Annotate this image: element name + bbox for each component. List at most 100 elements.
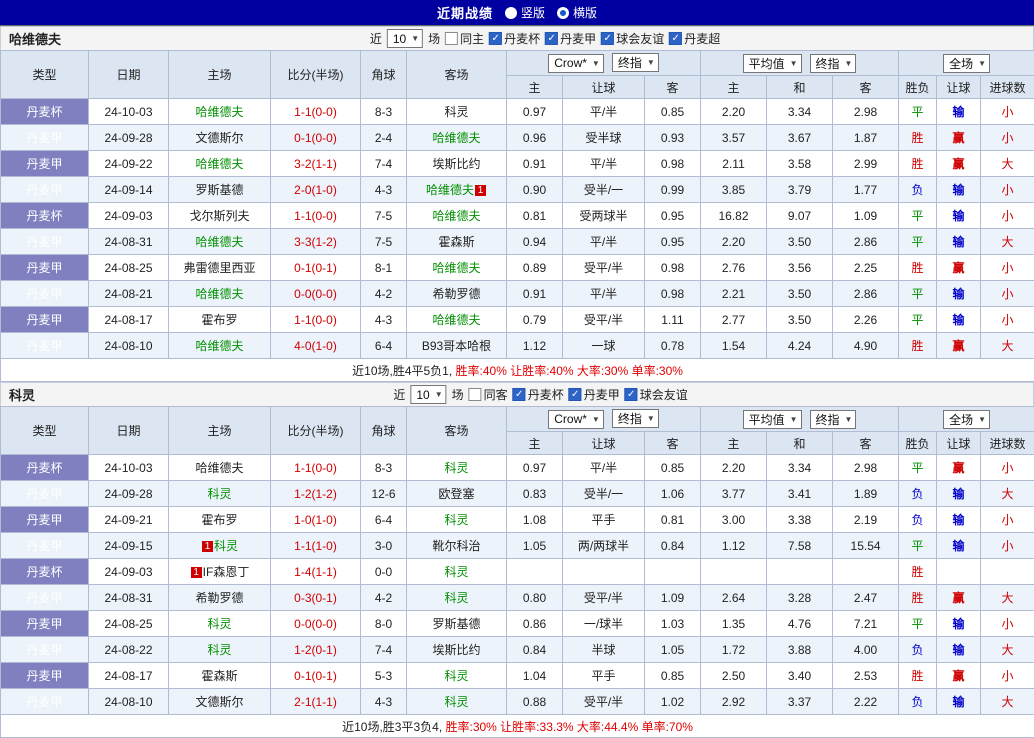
odds-cell: 3.40 xyxy=(767,663,833,689)
away-team-name[interactable]: 哈维德夫 xyxy=(432,131,480,145)
odds-cell: 3.77 xyxy=(701,481,767,507)
home-team-name[interactable]: 科灵 xyxy=(207,643,231,657)
match-date-cell: 24-09-15 xyxy=(89,533,169,559)
fulltime-select[interactable]: 全场▼ xyxy=(943,54,990,73)
away-team-name[interactable]: 埃斯比约 xyxy=(432,157,480,171)
league-cell: 丹麦甲 xyxy=(1,255,89,281)
match-row: 丹麦甲24-08-31希勒罗德0-3(0-1)4-2科灵0.80受平/半1.09… xyxy=(1,585,1034,611)
match-row: 丹麦甲24-09-14罗斯基德2-0(1-0)4-3哈维德夫10.90受半/一0… xyxy=(1,177,1034,203)
away-team-cell: 科灵 xyxy=(407,559,507,585)
topbar: 近期战绩 竖版 横版 xyxy=(0,0,1034,26)
handicap-result-cell: 输 xyxy=(937,203,981,229)
filter-checkbox[interactable]: 同主 xyxy=(445,30,484,47)
odds-cell: 0.79 xyxy=(507,307,563,333)
home-team-name[interactable]: IF森恩丁 xyxy=(203,565,250,579)
filter-checkbox[interactable]: ✓丹麦甲 xyxy=(545,30,596,47)
away-team-name[interactable]: 欧登塞 xyxy=(438,487,474,501)
home-team-name[interactable]: 哈维德夫 xyxy=(195,105,243,119)
odds-cell: 4.24 xyxy=(767,333,833,359)
filter-checkbox[interactable]: ✓丹麦杯 xyxy=(489,30,540,47)
away-team-name[interactable]: 科灵 xyxy=(444,695,468,709)
odds-stage-select-2[interactable]: 终指▼ xyxy=(810,54,857,73)
chevron-down-icon: ▼ xyxy=(790,59,798,68)
home-team-name[interactable]: 哈维德夫 xyxy=(195,461,243,475)
average-select[interactable]: 平均值▼ xyxy=(743,54,802,73)
average-select[interactable]: 平均值▼ xyxy=(743,410,802,429)
games-count-select[interactable]: 10▼ xyxy=(387,29,423,48)
away-team-name[interactable]: 靴尔科治 xyxy=(432,539,480,553)
home-team-name[interactable]: 哈维德夫 xyxy=(195,235,243,249)
away-team-name[interactable]: 哈维德夫 xyxy=(432,209,480,223)
score-cell: 1-1(1-0) xyxy=(271,533,361,559)
home-team-name[interactable]: 科灵 xyxy=(207,617,231,631)
column-header: 比分(半场) xyxy=(271,51,361,99)
match-date-cell: 24-08-17 xyxy=(89,663,169,689)
filter-checkbox[interactable]: ✓丹麦甲 xyxy=(569,386,620,403)
odds-cell: 2.86 xyxy=(833,281,899,307)
odds-cell: 0.98 xyxy=(645,281,701,307)
corner-cell: 3-0 xyxy=(361,533,407,559)
away-team-name[interactable]: 科灵 xyxy=(444,461,468,475)
away-team-name[interactable]: 霍森斯 xyxy=(438,235,474,249)
home-team-name[interactable]: 文德斯尔 xyxy=(195,695,243,709)
odds-cell: 3.67 xyxy=(767,125,833,151)
home-team-name[interactable]: 科灵 xyxy=(207,487,231,501)
away-team-name[interactable]: 科灵 xyxy=(444,669,468,683)
odds-cell: 0.95 xyxy=(645,229,701,255)
fulltime-select[interactable]: 全场▼ xyxy=(943,410,990,429)
goals-total-cell: 大 xyxy=(981,229,1034,255)
filter-checkbox[interactable]: ✓丹麦超 xyxy=(669,30,720,47)
home-team-name[interactable]: 希勒罗德 xyxy=(195,591,243,605)
away-team-name[interactable]: 科灵 xyxy=(444,105,468,119)
odds-stage-select-2[interactable]: 终指▼ xyxy=(810,410,857,429)
games-count-select[interactable]: 10▼ xyxy=(410,385,446,404)
league-cell: 丹麦甲 xyxy=(1,177,89,203)
home-team-cell: 霍布罗 xyxy=(169,307,271,333)
filter-checkbox-label: 丹麦杯 xyxy=(504,30,540,47)
home-team-name[interactable]: 哈维德夫 xyxy=(195,339,243,353)
home-team-name[interactable]: 文德斯尔 xyxy=(195,131,243,145)
away-team-name[interactable]: 罗斯基德 xyxy=(432,617,480,631)
filter-checkbox[interactable]: ✓球会友谊 xyxy=(601,30,664,47)
bookmaker-select[interactable]: Crow*▼ xyxy=(548,54,604,73)
away-team-name[interactable]: 科灵 xyxy=(444,591,468,605)
home-team-name[interactable]: 罗斯基德 xyxy=(195,183,243,197)
home-team-name[interactable]: 哈维德夫 xyxy=(195,287,243,301)
corner-cell: 7-4 xyxy=(361,151,407,177)
away-team-cell: B93哥本哈根 xyxy=(407,333,507,359)
home-team-name[interactable]: 哈维德夫 xyxy=(195,157,243,171)
filter-checkbox[interactable]: ✓丹麦杯 xyxy=(513,386,564,403)
odds-stage-select[interactable]: 终指▼ xyxy=(612,53,659,72)
home-team-cell: 哈维德夫 xyxy=(169,281,271,307)
filter-bar: 近10▼场同客✓丹麦杯✓丹麦甲✓球会友谊 xyxy=(393,385,687,404)
away-team-name[interactable]: 希勒罗德 xyxy=(432,287,480,301)
home-team-name[interactable]: 霍森斯 xyxy=(201,669,237,683)
odds-stage-select[interactable]: 终指▼ xyxy=(612,409,659,428)
odds-cell: 2.20 xyxy=(701,99,767,125)
filter-checkbox[interactable]: 同客 xyxy=(469,386,508,403)
odds-cell: 3.38 xyxy=(767,507,833,533)
sub-column-header: 和 xyxy=(767,432,833,455)
match-row: 丹麦甲24-08-22科灵1-2(0-1)7-4埃斯比约0.84半球1.051.… xyxy=(1,637,1034,663)
radio-vertical[interactable]: 竖版 xyxy=(505,4,545,21)
bookmaker-select[interactable]: Crow*▼ xyxy=(548,410,604,429)
away-team-cell: 欧登塞 xyxy=(407,481,507,507)
away-team-name[interactable]: 埃斯比约 xyxy=(432,643,480,657)
filter-checkbox-label: 丹麦杯 xyxy=(528,386,564,403)
away-team-name[interactable]: 科灵 xyxy=(444,565,468,579)
away-team-name[interactable]: 哈维德夫 xyxy=(426,183,474,197)
home-team-name[interactable]: 科灵 xyxy=(214,539,238,553)
home-team-name[interactable]: 戈尔斯列夫 xyxy=(189,209,249,223)
radio-horizontal[interactable]: 横版 xyxy=(557,4,597,21)
away-team-name[interactable]: 科灵 xyxy=(444,513,468,527)
odds-cell xyxy=(833,559,899,585)
home-team-name[interactable]: 霍布罗 xyxy=(201,513,237,527)
home-team-name[interactable]: 霍布罗 xyxy=(201,313,237,327)
away-team-name[interactable]: 哈维德夫 xyxy=(432,261,480,275)
filter-checkbox[interactable]: ✓球会友谊 xyxy=(625,386,688,403)
away-team-name[interactable]: 哈维德夫 xyxy=(432,313,480,327)
away-team-name[interactable]: B93哥本哈根 xyxy=(422,339,491,353)
home-team-name[interactable]: 弗雷德里西亚 xyxy=(183,261,255,275)
odds-cell: 15.54 xyxy=(833,533,899,559)
fulltime-select-value: 全场 xyxy=(949,55,973,72)
